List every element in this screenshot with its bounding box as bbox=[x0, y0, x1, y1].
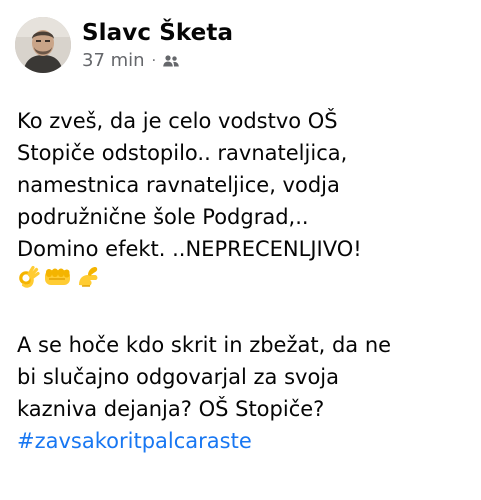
text-line: Stopiče odstopilo.. ravnateljica, bbox=[17, 141, 348, 165]
post-header: Slavc Šketa 37 min · bbox=[15, 15, 233, 75]
post-paragraph-2: A se hoče kdo skrit in zbežat, da ne bi … bbox=[17, 329, 467, 457]
author-name[interactable]: Slavc Šketa bbox=[82, 18, 233, 48]
avatar[interactable] bbox=[15, 17, 71, 73]
text-line: A se hoče kdo skrit in zbežat, da ne bbox=[17, 333, 392, 357]
post-time[interactable]: 37 min bbox=[82, 49, 145, 73]
oncoming-fist-emoji bbox=[43, 265, 73, 298]
text-line: Ko zveš, da je celo vodstvo OŠ bbox=[17, 109, 338, 133]
text-line: kazniva dejanja? OŠ Stopiče? bbox=[17, 397, 325, 421]
text-line: namestnica ravnateljice, vodja bbox=[17, 173, 340, 197]
separator-dot: · bbox=[151, 52, 157, 69]
post-subtitle: 37 min · bbox=[82, 49, 233, 73]
hashtag-link[interactable]: #zavsakoritpalcaraste bbox=[17, 425, 467, 457]
avatar-image bbox=[15, 17, 71, 73]
post-paragraph-1: Ko zveš, da je celo vodstvo OŠ Stopiče o… bbox=[17, 105, 467, 265]
pinching-hand-emoji bbox=[75, 265, 101, 298]
post-meta: Slavc Šketa 37 min · bbox=[82, 18, 233, 73]
post-card: Slavc Šketa 37 min · Ko zveš, da je celo… bbox=[0, 0, 481, 500]
emoji-row bbox=[17, 265, 467, 297]
post-body: Ko zveš, da je celo vodstvo OŠ Stopiče o… bbox=[17, 105, 467, 457]
ok-hand-emoji bbox=[17, 265, 41, 298]
friends-icon[interactable] bbox=[162, 54, 180, 68]
text-line: bi slučajno odgovarjal za svoja bbox=[17, 365, 339, 389]
text-line: Domino efekt. ..NEPRECENLJIVO! bbox=[17, 237, 362, 261]
text-line: podružnične šole Podgrad,.. bbox=[17, 205, 309, 229]
